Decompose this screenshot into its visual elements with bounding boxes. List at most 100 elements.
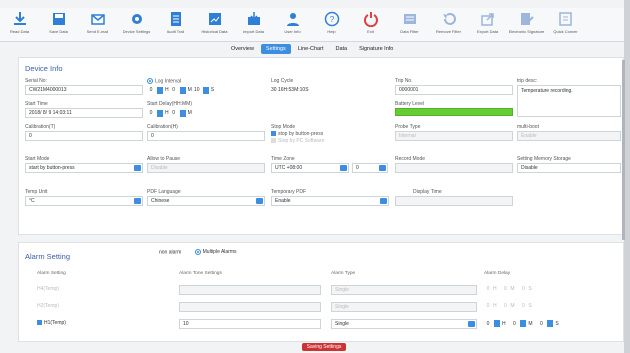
toolbar-export-data-button[interactable]: Export Data (468, 8, 507, 42)
calibration-t-input[interactable]: 0 (25, 131, 143, 141)
seconds-unit: S (210, 87, 215, 93)
hours-spinner[interactable] (157, 109, 163, 117)
alarm-type-value: Single (335, 304, 349, 310)
calibration-h-input[interactable]: 0 (147, 131, 265, 141)
toolbar-data-filter-button[interactable]: Data Filter (390, 8, 429, 42)
probe-type-select[interactable]: Internal (395, 131, 513, 141)
log-interval-field: Log Interval 0H 0M 10 S (147, 78, 265, 95)
time-zone-select[interactable]: UTC +08:00 (271, 163, 349, 173)
seconds-spinner[interactable] (202, 86, 209, 94)
display-time-select[interactable] (395, 196, 513, 206)
convert-icon (558, 12, 572, 26)
col-alarm-type: Alarm Type (331, 271, 356, 276)
toolbar-exit-button[interactable]: Exit (351, 8, 390, 42)
alarm-delay-minutes[interactable]: 0 (501, 286, 509, 292)
tab-overview[interactable]: Overview (226, 44, 259, 54)
document-icon (170, 12, 181, 26)
pdf-language-value: Chinese (151, 198, 170, 204)
tab-settings[interactable]: Settings (260, 44, 291, 54)
alarm-delay-hours[interactable]: 0 (484, 321, 492, 327)
hours-spinner[interactable] (494, 320, 500, 327)
temp-unit-select[interactable]: °C (25, 196, 143, 206)
toolbar-historical-data-button[interactable]: Historical Data (195, 8, 234, 42)
minutes-spinner[interactable] (179, 109, 186, 117)
log-interval-seconds[interactable]: 10 (193, 87, 201, 93)
alarm-delay-group: 0H 0M 0S (484, 286, 532, 292)
start-delay-minutes[interactable]: 0 (170, 110, 178, 116)
minutes-unit: M (510, 286, 515, 292)
alarm-tone-input[interactable] (179, 285, 321, 295)
alarm-delay-hours[interactable]: 0 (484, 303, 492, 309)
toolbar-help-button[interactable]: ? Help (312, 8, 351, 42)
toolbar-electronic-signature-button[interactable]: Electronic Signature (507, 8, 546, 42)
alarm-checkbox[interactable] (37, 320, 42, 326)
alarm-type-select[interactable]: Single (331, 285, 477, 295)
time-zone-label: Time Zone (271, 156, 295, 162)
alarm-delay-group: 0H 0M 0S (484, 303, 532, 309)
serial-no-field: Serial No: CW21M4000013 (25, 78, 143, 95)
serial-no-input[interactable]: CW21M4000013 (25, 85, 143, 95)
pdf-language-label: PDF Language (147, 189, 181, 195)
alarm-type-select[interactable]: Single (331, 319, 477, 329)
vertical-scrollbar[interactable] (622, 60, 625, 240)
minutes-spinner[interactable] (179, 86, 186, 94)
alarm-delay-seconds[interactable]: 0 (519, 303, 527, 309)
log-cycle-label: Log Cycle (271, 78, 294, 84)
saving-settings-button[interactable]: Saving Settings (302, 343, 346, 351)
start-delay-hours[interactable]: 0 (147, 110, 155, 116)
trip-no-input[interactable]: 0000001 (395, 85, 513, 95)
log-cycle-value: 30 16H:53M:10S (271, 87, 309, 93)
record-mode-select[interactable] (395, 163, 513, 173)
tab-signature-info[interactable]: Signature Info (354, 44, 399, 54)
alarm-setting-panel: Alarm Setting non alarm Multiple Alarms … (18, 242, 624, 342)
toolbar-user-info-button[interactable]: User Info (273, 8, 312, 42)
alarm-tone-input[interactable]: 10 (179, 319, 321, 329)
setting-memory-select[interactable]: Disable (517, 163, 621, 173)
alarm-delay-seconds[interactable]: 0 (519, 286, 527, 292)
stop-pc-checkbox[interactable] (271, 138, 276, 144)
toolbar-save-data-button[interactable]: Save Data (39, 8, 78, 42)
tab-data[interactable]: Data (330, 44, 353, 54)
start-mode-select[interactable]: start by button-press (25, 163, 143, 173)
temporary-pdf-select[interactable]: Enable (271, 196, 389, 206)
stop-button-checkbox[interactable] (271, 131, 276, 137)
toolbar-read-data-button[interactable]: Read Data (0, 8, 39, 42)
allow-pause-select[interactable]: Disable (147, 163, 265, 173)
multiple-alarms-radio[interactable] (194, 249, 201, 255)
toolbar-audit-trail-button[interactable]: Audit Trail (156, 8, 195, 42)
alarm-delay-seconds[interactable]: 0 (537, 321, 545, 327)
alarm-delay-minutes[interactable]: 0 (501, 303, 509, 309)
non-alarm-label[interactable]: non alarm (159, 249, 181, 255)
calibration-h-field: Calibration(H) 0 (147, 124, 265, 141)
toolbar-import-data-button[interactable]: Import Data (234, 8, 273, 42)
minutes-spinner[interactable] (520, 320, 527, 327)
multi-boot-select[interactable]: Enable (517, 131, 621, 141)
alarm-type-select[interactable]: Single (331, 302, 477, 312)
alarm-delay-minutes[interactable]: 0 (510, 321, 518, 327)
start-time-input[interactable]: 2018/ 8/ 9 14:03:11 (25, 108, 143, 118)
toolbar-send-e-mail-button[interactable]: Send E-mail (78, 8, 117, 42)
alarm-tone-input[interactable] (179, 302, 321, 312)
toolbar-label: Help (327, 29, 336, 34)
tab-line-chart[interactable]: Line-Chart (292, 44, 329, 54)
export-icon (480, 13, 494, 26)
toolbar-quick-conver-button[interactable]: Quick Conver (546, 8, 585, 42)
log-interval-radio[interactable] (147, 78, 153, 84)
toolbar-device-settings-button[interactable]: Device Settings (117, 8, 156, 42)
device-info-title: Device Info (25, 64, 63, 73)
alarm-mode-group: non alarm Multiple Alarms (159, 249, 237, 255)
alarm-delay-hours[interactable]: 0 (484, 286, 492, 292)
hours-spinner[interactable] (157, 86, 163, 94)
log-interval-hours[interactable]: 0 (147, 87, 155, 93)
svg-text:?: ? (329, 15, 334, 24)
seconds-unit: S (555, 320, 559, 327)
time-zone-minutes-select[interactable]: 0 (352, 163, 388, 173)
trip-desc-textarea[interactable]: Temperature recording. (517, 85, 621, 117)
hours-unit: H (493, 303, 497, 309)
minutes-unit: M (510, 303, 515, 309)
toolbar-remove-filter-button[interactable]: Remove Filter (429, 8, 468, 42)
log-interval-minutes[interactable]: 0 (170, 87, 178, 93)
seconds-spinner[interactable] (547, 320, 554, 327)
pdf-language-select[interactable]: Chinese (147, 196, 265, 206)
start-time-field: Start Time 2018/ 8/ 9 14:03:11 (25, 101, 143, 118)
